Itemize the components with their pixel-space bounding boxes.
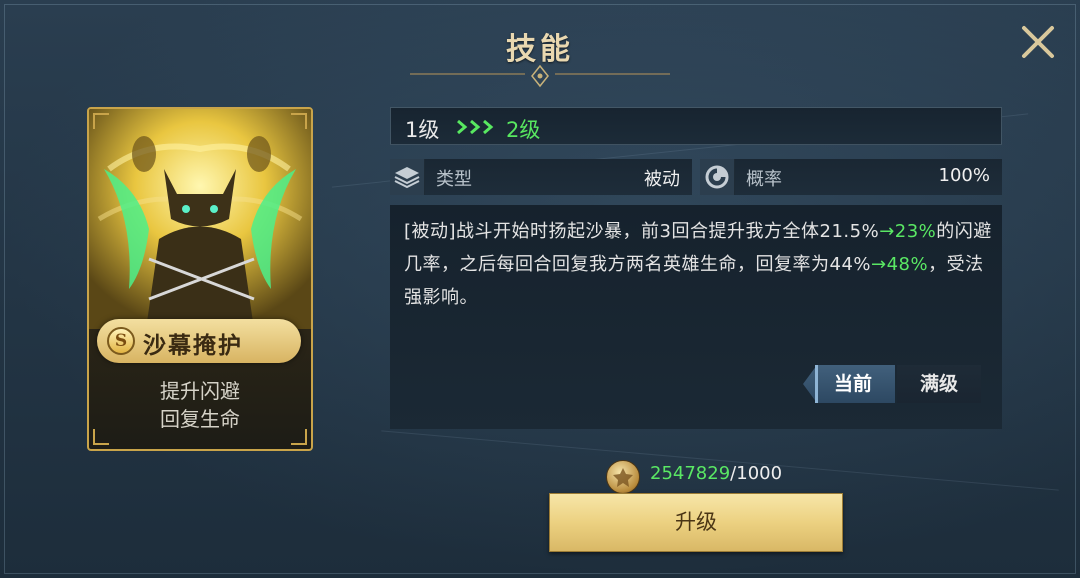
card-corner-ornament (93, 113, 109, 129)
upgrade-button[interactable]: 升级 (549, 493, 843, 552)
skill-dialog: 技能 S 沙幕掩护 提升闪避 回复生命 1级 2级 类型 被动 概率 100% … (0, 0, 1080, 578)
required-amount: 1000 (736, 463, 783, 484)
level-bar: 1级 2级 (390, 107, 1002, 145)
rank-badge: S (107, 327, 135, 355)
description-upgrade-value: →48% (871, 254, 929, 275)
skill-portrait-icon (89, 109, 311, 329)
skill-summary-line: 提升闪避 (160, 379, 240, 403)
tab-current-edge (815, 365, 818, 403)
card-corner-ornament (291, 429, 307, 445)
skill-description: [被动]战斗开始时扬起沙暴，前3回合提升我方全体21.5%→23%的闪避几率，之… (404, 215, 994, 314)
next-level: 2级 (506, 118, 541, 142)
close-icon[interactable] (1018, 22, 1058, 62)
current-level: 1级 (405, 118, 440, 142)
tab-current-label: 当前 (833, 373, 872, 395)
stat-type: 类型 被动 (390, 159, 692, 195)
stat-rate: 概率 100% (700, 159, 1002, 195)
stat-rate-value: 100% (938, 165, 990, 186)
owned-amount: 2547829 (650, 463, 731, 484)
tab-max-level[interactable]: 满级 (897, 365, 981, 403)
description-upgrade-value: →23% (879, 221, 937, 242)
coin-icon (606, 460, 640, 494)
pie-chart-icon (700, 159, 735, 195)
dialog-title: 技能 (506, 32, 574, 67)
level-view-tabs: 当前 满级 (803, 365, 983, 403)
skill-name-plate: S 沙幕掩护 (97, 319, 301, 363)
upgrade-cost: 2547829/1000 (650, 463, 782, 484)
skill-summary: 提升闪避 回复生命 (89, 377, 311, 433)
skill-summary-line: 回复生命 (160, 407, 240, 431)
card-corner-ornament (93, 429, 109, 445)
skill-name: 沙幕掩护 (143, 333, 243, 359)
layers-icon (390, 159, 425, 195)
stat-type-value: 被动 (644, 169, 680, 190)
card-corner-ornament (291, 113, 307, 129)
stat-type-label: 类型 (436, 169, 472, 190)
description-text: [被动]战斗开始时扬起沙暴，前3回合提升我方全体21.5% (404, 221, 880, 242)
title-ornament-icon (410, 64, 670, 88)
stat-rate-label: 概率 (746, 169, 782, 190)
level-up-arrows-icon (457, 119, 494, 135)
skill-card: S 沙幕掩护 提升闪避 回复生命 (87, 107, 313, 451)
